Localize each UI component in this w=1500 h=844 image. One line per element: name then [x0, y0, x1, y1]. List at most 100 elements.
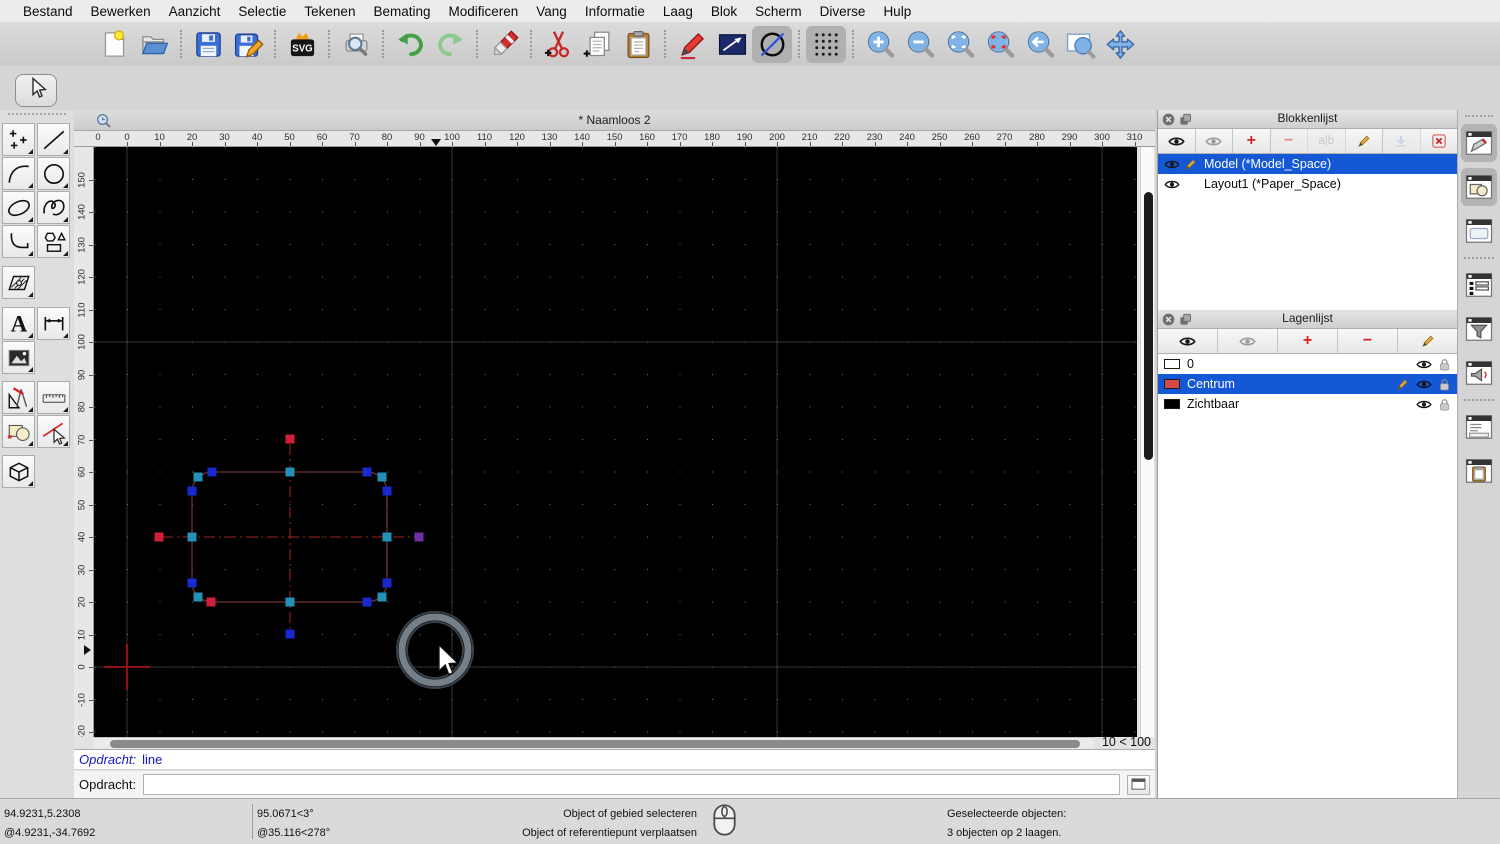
selection-handle-blue[interactable] [362, 597, 372, 607]
menu-informatie[interactable]: Informatie [576, 4, 654, 19]
eye-icon[interactable] [1416, 399, 1432, 410]
selection-handle-cyan[interactable] [382, 532, 392, 542]
menu-tekenen[interactable]: Tekenen [295, 4, 364, 19]
show-all-blocks-button[interactable] [1158, 129, 1196, 153]
close-icon[interactable] [1162, 113, 1175, 126]
dock-clipboard-button[interactable] [1461, 452, 1497, 490]
selection-handle-cyan[interactable] [187, 532, 197, 542]
drawing-window-titlebar[interactable]: * Naamloos 2 [74, 110, 1155, 131]
lock-icon[interactable] [1439, 378, 1450, 391]
dock-preview-button[interactable] [1461, 212, 1497, 250]
open-file-button[interactable] [134, 26, 174, 63]
detach-icon[interactable] [1179, 313, 1192, 326]
add-block-button[interactable]: + [1233, 129, 1271, 153]
drawing-canvas[interactable] [94, 147, 1137, 737]
selection-handle-cyan[interactable] [377, 592, 387, 602]
selection-handle-blue[interactable] [382, 578, 392, 588]
selection-handle-cyan[interactable] [377, 472, 387, 482]
redo-button[interactable] [430, 26, 470, 63]
tool-arc-button[interactable] [2, 157, 35, 190]
tool-solid-button[interactable] [2, 455, 35, 488]
tool-modify-button[interactable] [2, 415, 35, 448]
edit-layer-button[interactable] [1398, 329, 1457, 353]
menu-laag[interactable]: Laag [654, 4, 702, 19]
cut-button[interactable] [538, 26, 578, 63]
selection-handle-blue[interactable] [285, 629, 295, 639]
edit-block-button[interactable] [1345, 129, 1383, 153]
selection-handle-cyan[interactable] [193, 592, 203, 602]
line-properties-button[interactable] [712, 26, 752, 63]
selection-handle-blue[interactable] [207, 467, 217, 477]
pan-button[interactable] [1100, 26, 1140, 63]
layer-item-zichtbaar[interactable]: Zichtbaar [1158, 394, 1457, 414]
dock-command-button[interactable] [1461, 408, 1497, 446]
dock-filter-button[interactable] [1461, 310, 1497, 348]
selection-handle-blue[interactable] [187, 486, 197, 496]
save-as-button[interactable] [228, 26, 268, 63]
command-window-button[interactable] [1127, 774, 1150, 795]
zoom-back-button[interactable] [1020, 26, 1060, 63]
eye-icon[interactable] [1416, 379, 1432, 390]
zoom-in-button[interactable] [860, 26, 900, 63]
zoom-window-button[interactable] [1060, 26, 1100, 63]
show-all-layers-button[interactable] [1158, 329, 1218, 353]
block-item-layout1[interactable]: Layout1 (*Paper_Space) [1158, 174, 1457, 194]
delete-selected-button[interactable] [484, 26, 524, 63]
menu-selectie[interactable]: Selectie [229, 4, 295, 19]
tool-ellipse-button[interactable] [2, 191, 35, 224]
menu-diverse[interactable]: Diverse [811, 4, 875, 19]
add-layer-button[interactable]: + [1278, 329, 1338, 353]
tool-spline-button[interactable] [37, 191, 70, 224]
dock-pen-button[interactable] [1461, 124, 1497, 162]
vertical-scrollbar-thumb[interactable] [1143, 192, 1153, 460]
eye-icon[interactable] [1416, 359, 1432, 370]
menu-vang[interactable]: Vang [527, 4, 576, 19]
tool-polyline-button[interactable] [2, 225, 35, 258]
dock-notify-button[interactable] [1461, 354, 1497, 392]
tool-points-button[interactable] [2, 123, 35, 156]
selection-handle-red[interactable] [154, 532, 164, 542]
selection-handle-red[interactable] [285, 434, 295, 444]
draft-mode-button[interactable] [752, 25, 792, 63]
lock-icon[interactable] [1439, 358, 1450, 371]
menu-scherm[interactable]: Scherm [746, 4, 811, 19]
delete-block-button[interactable] [1420, 129, 1457, 153]
new-file-button[interactable] [94, 26, 134, 63]
horizontal-scrollbar[interactable] [94, 737, 1094, 749]
command-input[interactable] [143, 774, 1120, 795]
menu-hulp[interactable]: Hulp [874, 4, 920, 19]
tool-line-button[interactable] [37, 123, 70, 156]
paste-button[interactable] [618, 26, 658, 63]
selection-handle-purple[interactable] [414, 532, 424, 542]
selection-handle-blue[interactable] [187, 578, 197, 588]
tool-polygon-button[interactable] [37, 225, 70, 258]
menu-bestand[interactable]: Bestand [14, 4, 82, 19]
lock-icon[interactable] [1439, 398, 1450, 411]
selection-handle-cyan[interactable] [285, 467, 295, 477]
hide-all-blocks-button[interactable] [1195, 129, 1233, 153]
hide-all-layers-button[interactable] [1218, 329, 1278, 353]
export-svg-button[interactable]: SVG [282, 26, 322, 63]
detach-icon[interactable] [1179, 113, 1192, 126]
zoom-out-button[interactable] [900, 26, 940, 63]
selection-handle-blue[interactable] [362, 467, 372, 477]
vertical-scrollbar[interactable] [1140, 147, 1154, 737]
menu-modificeren[interactable]: Modificeren [440, 4, 528, 19]
dock-modify-button[interactable] [1461, 168, 1497, 206]
layer-item-centrum[interactable]: Centrum [1158, 374, 1457, 394]
selection-handle-red[interactable] [206, 597, 216, 607]
selection-handle-cyan[interactable] [285, 597, 295, 607]
tool-dimension-button[interactable] [37, 307, 70, 340]
tool-text-button[interactable]: A [2, 307, 35, 340]
save-button[interactable] [188, 26, 228, 63]
edit-entity-button[interactable] [672, 26, 712, 63]
layer-item-0[interactable]: 0 [1158, 354, 1457, 374]
remove-layer-button[interactable]: − [1338, 329, 1398, 353]
tool-image-button[interactable] [2, 341, 35, 374]
print-preview-button[interactable] [336, 26, 376, 63]
horizontal-scrollbar-thumb[interactable] [110, 740, 1080, 748]
menu-aanzicht[interactable]: Aanzicht [160, 4, 230, 19]
tool-entity-select-button[interactable] [37, 415, 70, 448]
menu-bewerken[interactable]: Bewerken [82, 4, 160, 19]
block-item-model[interactable]: Model (*Model_Space) [1158, 154, 1457, 174]
